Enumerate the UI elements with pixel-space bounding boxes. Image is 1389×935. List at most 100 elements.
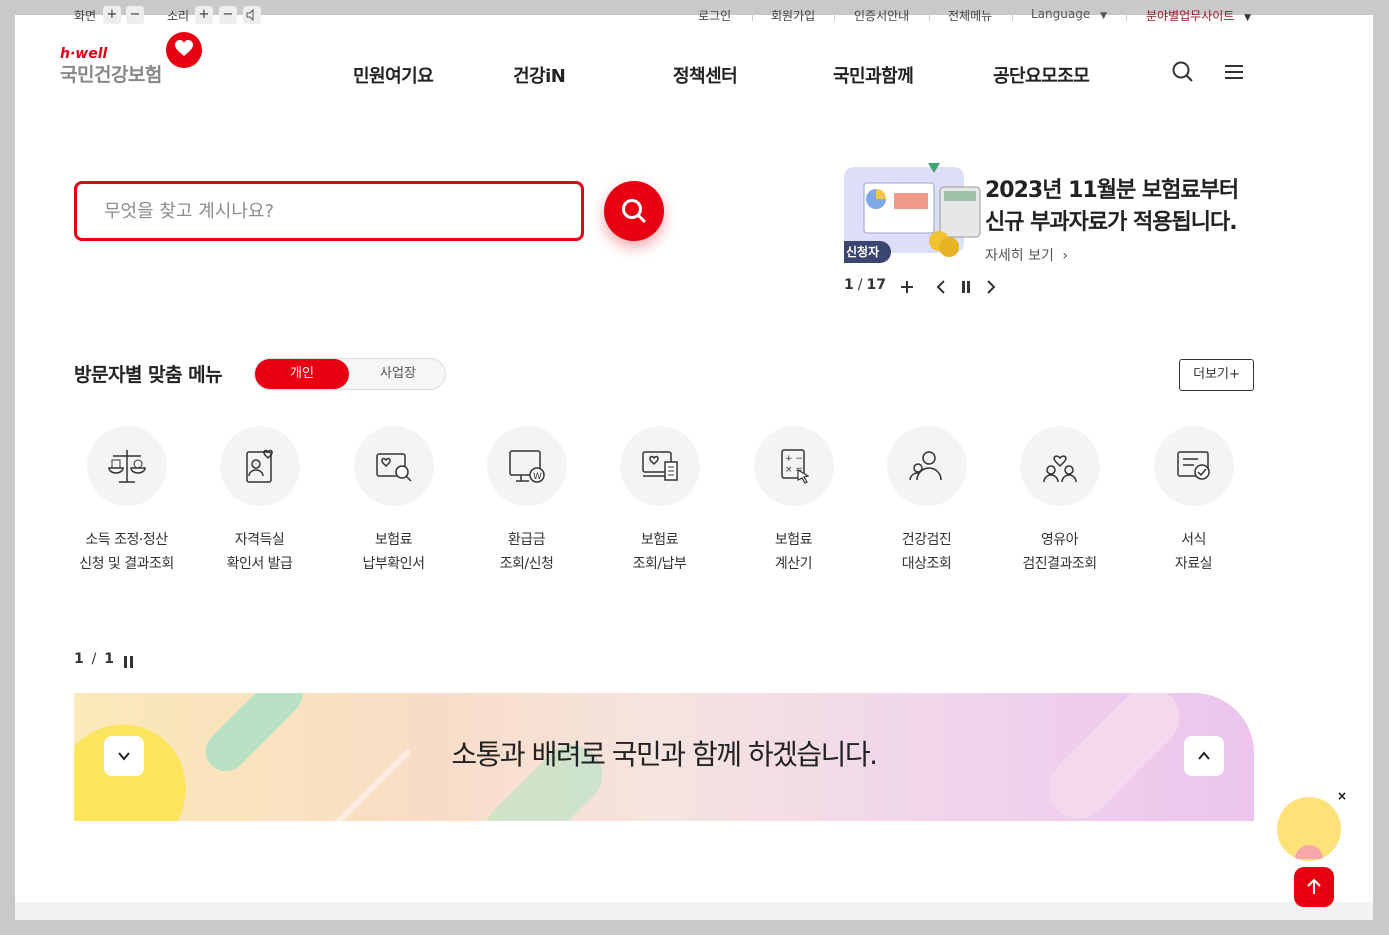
- gnb-item-policy[interactable]: 정책센터: [673, 62, 738, 88]
- business-sites-label: 분야별업무사이트: [1146, 9, 1235, 23]
- menu-item-qualification[interactable]: 자격득실확인서 발급: [193, 426, 326, 576]
- tab-business[interactable]: 사업장: [351, 359, 445, 389]
- menu-item-refund[interactable]: W 환급금 조회/신청: [460, 426, 593, 576]
- tab-personal[interactable]: 개인: [255, 359, 349, 389]
- menu-label: 조회/납부: [632, 556, 687, 572]
- menu-item-checkup[interactable]: 건강검진대상조회: [860, 426, 993, 576]
- arrow-up-icon: [1307, 878, 1321, 894]
- slogan-down-button[interactable]: [104, 736, 144, 776]
- form-check-icon: [1176, 451, 1210, 480]
- heart-icon: [166, 32, 202, 68]
- utility-bar: 화면 + − 소리 + − 로그인 회원가입 인증서안내 전체메뉴 Langua…: [0, 0, 1389, 30]
- menu-pause-button[interactable]: [123, 654, 135, 668]
- menu-item-income-adjust[interactable]: 소득 조정·정산신청 및 결과조회: [60, 426, 193, 576]
- gnb-item-health[interactable]: 건강iN: [513, 62, 566, 88]
- search-icon: [1172, 61, 1193, 82]
- menu-label: 확인서 발급: [226, 556, 293, 572]
- menu-item-forms[interactable]: 서식자료실: [1127, 426, 1260, 576]
- menu-label: 계산기: [774, 556, 813, 572]
- logo-brand-kr: 국민건강보험: [60, 64, 162, 86]
- certificate-guide-link[interactable]: 인증서안내: [854, 7, 909, 24]
- speaker-button[interactable]: [243, 6, 261, 24]
- hamburger-icon: [1225, 65, 1243, 79]
- chevron-right-icon: ›: [1062, 248, 1068, 264]
- svg-text:W: W: [533, 472, 542, 482]
- scale-icon: [107, 450, 146, 483]
- menu-item-calculator[interactable]: + − × = 보험료 계산기: [727, 426, 860, 576]
- banner-more-link[interactable]: 자세히 보기 ›: [985, 245, 1068, 265]
- caret-down-icon: ▼: [1100, 11, 1107, 21]
- slogan-up-button[interactable]: [1184, 736, 1224, 776]
- language-select[interactable]: Language ▼: [1031, 7, 1107, 21]
- menu-label: 납부확인서: [362, 556, 425, 572]
- gnb-item-public[interactable]: 국민과함께: [833, 62, 914, 88]
- gnb-item-about[interactable]: 공단요모조모: [993, 62, 1090, 88]
- login-link[interactable]: 로그인: [698, 7, 731, 24]
- pause-icon: [124, 656, 133, 668]
- menu-label: 소득 조정·정산: [85, 532, 168, 548]
- banner-title-line2: 신규 부과자료가 적용됩니다.: [985, 210, 1238, 235]
- bill-monitor-icon: [641, 451, 678, 481]
- menu-label: 신청 및 결과조회: [79, 556, 174, 572]
- menu-label: 대상조회: [901, 556, 952, 572]
- search-icon: [622, 199, 647, 224]
- menu-label: 서식: [1181, 532, 1206, 548]
- main-search-box: [74, 181, 584, 241]
- banner-title[interactable]: 2023년 11월분 보험료부터 신규 부과자료가 적용됩니다.: [985, 175, 1255, 239]
- menu-label: 조회/신청: [499, 556, 554, 572]
- chevron-left-icon: [936, 280, 945, 294]
- menu-pager-total: 1: [104, 651, 114, 667]
- sound-down-button[interactable]: −: [219, 6, 237, 24]
- visitor-type-toggle: 개인 사업장: [254, 358, 446, 390]
- payment-search-icon: [375, 453, 412, 482]
- banner-tag: 신청자: [844, 241, 892, 263]
- header-menu-button[interactable]: [1222, 60, 1246, 84]
- chatbot-character-icon: [1295, 845, 1323, 859]
- banner-pause-button[interactable]: [957, 278, 975, 296]
- banner-pager: 1 / 17: [844, 277, 886, 293]
- menu-pager-current: 1: [74, 651, 84, 667]
- menu-label: 보험료: [640, 532, 679, 548]
- screen-size-label: 화면: [74, 9, 97, 23]
- menu-label: 보험료: [374, 532, 413, 548]
- refund-monitor-icon: W: [508, 450, 545, 483]
- menu-label: 자료실: [1174, 556, 1213, 572]
- signup-link[interactable]: 회원가입: [771, 7, 815, 24]
- all-menu-link[interactable]: 전체메뉴: [948, 7, 992, 24]
- banner-title-line1: 2023년 11월분 보험료부터: [985, 178, 1239, 203]
- chatbot-close-button[interactable]: ×: [1337, 789, 1347, 803]
- section-title: 방문자별 맞춤 메뉴: [74, 364, 223, 386]
- gnb-item-civil[interactable]: 민원여기요: [353, 62, 434, 88]
- chatbot-button[interactable]: [1277, 797, 1341, 861]
- main-search-input[interactable]: [77, 184, 581, 238]
- sound-up-button[interactable]: +: [195, 6, 213, 24]
- site-logo[interactable]: h·well 국민건강보험: [60, 32, 210, 92]
- menu-label: 건강검진: [901, 532, 952, 548]
- banner-prev-button[interactable]: [933, 278, 951, 296]
- scroll-top-button[interactable]: [1294, 867, 1334, 907]
- footer-strip: [15, 902, 1373, 920]
- menu-label: 검진결과조회: [1022, 556, 1097, 572]
- screen-zoom-out-button[interactable]: −: [126, 6, 144, 24]
- banner-add-button[interactable]: [898, 278, 916, 296]
- more-button[interactable]: 더보기+: [1179, 359, 1254, 391]
- menu-label: 자격득실: [234, 532, 285, 548]
- header-search-button[interactable]: [1171, 60, 1195, 84]
- menu-item-infant-checkup[interactable]: 영유아 검진결과조회: [993, 426, 1126, 576]
- banner-more-label: 자세히 보기: [985, 248, 1054, 264]
- sound-label: 소리: [167, 9, 190, 23]
- calculator-icon: + −× =: [780, 449, 810, 484]
- family-icon: [1042, 455, 1077, 483]
- speaker-icon: [246, 8, 254, 22]
- plus-icon: [901, 281, 913, 293]
- checkup-person-icon: [908, 451, 942, 481]
- menu-item-premium-pay[interactable]: 보험료조회/납부: [593, 426, 726, 576]
- banner-next-button[interactable]: [981, 278, 999, 296]
- svg-text:+ −: + −: [785, 454, 803, 464]
- screen-zoom-in-button[interactable]: +: [103, 6, 121, 24]
- caret-down-icon: ▼: [1244, 13, 1252, 23]
- business-sites-select[interactable]: 분야별업무사이트 ▼: [1146, 7, 1251, 24]
- menu-item-payment-cert[interactable]: 보험료납부확인서: [327, 426, 460, 576]
- main-search-button[interactable]: [604, 181, 664, 241]
- banner-total: 17: [866, 277, 886, 293]
